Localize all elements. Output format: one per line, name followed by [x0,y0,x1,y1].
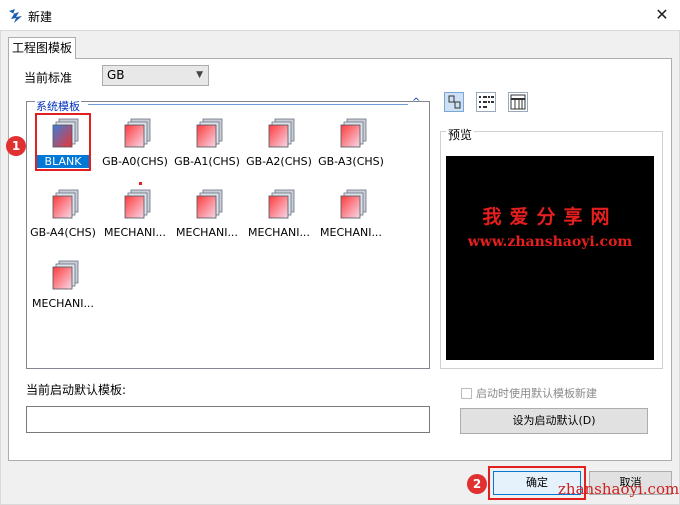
template-file-icon [340,118,367,148]
template-item[interactable]: MECHANI... [171,189,243,253]
details-icon [510,94,526,110]
template-label: MECHANI... [320,226,382,239]
title-bar [0,0,680,30]
template-item[interactable]: MECHANI... [243,189,315,253]
template-file-icon [268,189,295,219]
template-label: GB-A3(CHS) [318,155,384,168]
set-default-button[interactable]: 设为启动默认(D) [460,408,648,434]
template-file-icon [196,189,223,219]
large-icons-icon [448,95,461,109]
default-template-field[interactable] [26,406,430,433]
template-item[interactable]: GB-A4(CHS) [27,189,99,253]
watermark-title: 我爱分享网 [482,206,618,228]
template-file-icon [52,189,79,219]
preview-image [446,156,654,360]
template-item[interactable]: GB-A1(CHS) [171,118,243,182]
startup-default-label: 启动时使用默认模板新建 [476,387,597,400]
template-label: MECHANI... [248,226,310,239]
step-badge-1: 1 [6,136,26,156]
highlight-frame-1 [35,113,91,171]
chevron-down-icon: ▼ [196,70,203,80]
template-file-icon [196,118,223,148]
template-label: MECHANI... [104,226,166,239]
preview-label: 预览 [446,126,475,143]
template-label: MECHANI... [176,226,238,239]
step-badge-2: 2 [467,474,487,494]
window-title: 新建 [28,10,53,24]
template-item[interactable]: MECHANI... [99,189,171,253]
template-file-icon [340,189,367,219]
collapse-icon[interactable]: ^ [412,97,420,108]
template-label: MECHANI... [32,297,94,310]
template-item[interactable]: GB-A0(CHS) [99,118,171,182]
standard-select[interactable]: GB ▼ [102,65,209,86]
template-file-icon [124,189,151,219]
view-list-button[interactable] [476,92,496,112]
tab-drawing-template[interactable]: 工程图模板 [8,37,76,59]
template-file-icon [124,118,151,148]
list-icon [479,96,494,108]
group-divider [88,104,408,105]
group-label: 系统模板 [35,98,81,114]
template-label: GB-A2(CHS) [246,155,312,168]
app-logo-icon [9,9,22,23]
standard-label: 当前标准 [24,71,73,85]
standard-value: GB [107,68,125,82]
template-item[interactable]: GB-A3(CHS) [315,118,387,182]
template-item[interactable]: MECHANI... [27,260,99,324]
template-item[interactable]: MECHANI... [315,189,387,253]
template-file-icon [268,118,295,148]
template-label: GB-A0(CHS) [102,155,168,168]
template-label: GB-A1(CHS) [174,155,240,168]
marker-dot [139,182,142,185]
close-icon[interactable]: ✕ [650,4,674,26]
view-details-button[interactable] [508,92,528,112]
template-item[interactable]: GB-A2(CHS) [243,118,315,182]
view-large-icons-button[interactable] [444,92,464,112]
watermark-url: www.zhanshaoyi.com [467,234,633,250]
watermark-bottom: zhanshaoyi.com [558,480,680,498]
template-file-icon [52,260,79,290]
default-template-label: 当前启动默认模板: [26,383,127,397]
startup-default-checkbox[interactable] [461,388,472,399]
template-label: GB-A4(CHS) [30,226,96,239]
